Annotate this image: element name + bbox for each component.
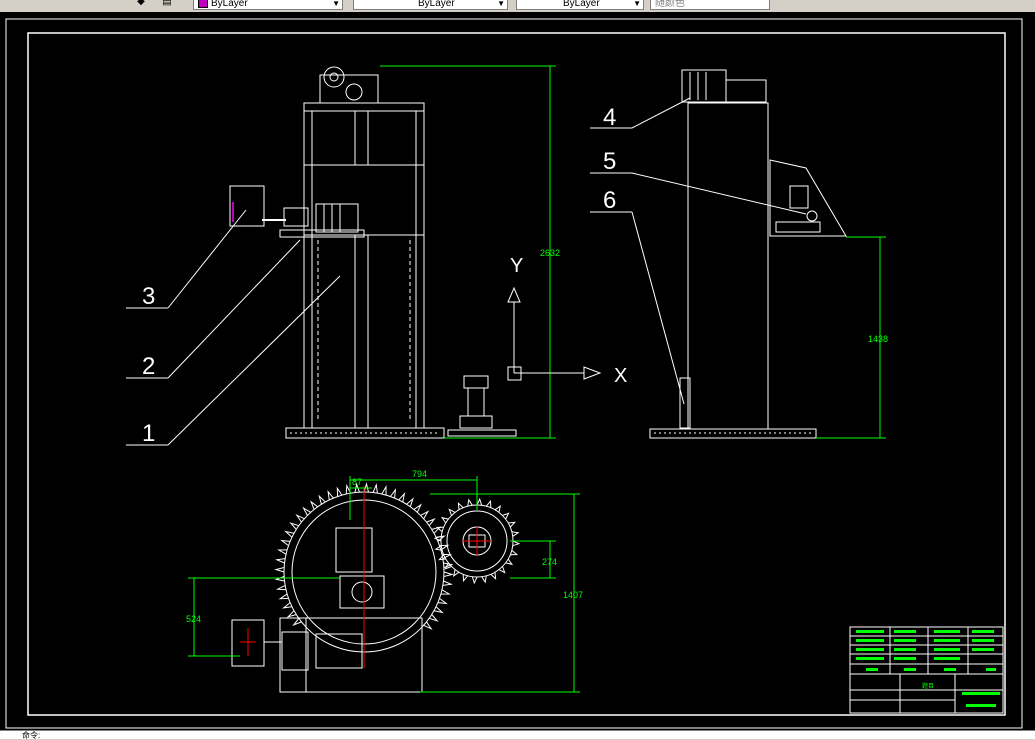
command-line[interactable]: 命令:	[0, 730, 1035, 740]
dim-overall-height: 2632	[540, 248, 560, 258]
callout-6: 6	[603, 187, 616, 214]
callout-2: 2	[142, 353, 155, 380]
ucs-icon	[507, 286, 602, 381]
front-callouts	[126, 209, 341, 446]
plotstyle-combo[interactable]: 随颜色	[650, 0, 770, 10]
dim-gear-distance: 794	[412, 469, 427, 479]
dim-plan-offset: 524	[186, 614, 201, 624]
dim-plan-height: 1407	[563, 590, 583, 600]
callout-4: 4	[603, 104, 616, 131]
layer-icon[interactable]: ◆	[134, 0, 148, 8]
overall-height-dim	[380, 65, 556, 439]
layer-stack-icon[interactable]: ▤	[160, 0, 174, 8]
inner-frame	[27, 32, 1006, 716]
axis-y-label: Y	[510, 255, 523, 277]
color-combo[interactable]: ByLayer ▼	[193, 0, 343, 10]
linetype-combo-value: ByLayer	[418, 0, 455, 9]
callout-1: 1	[142, 420, 155, 447]
plan-view	[231, 491, 514, 693]
callout-3: 3	[142, 283, 155, 310]
axis-x-label: X	[614, 365, 627, 387]
side-callouts	[590, 97, 807, 405]
front-view	[229, 66, 517, 439]
color-combo-value: ByLayer	[211, 0, 248, 9]
callout-5: 5	[603, 148, 616, 175]
title-block-name: 题目	[922, 683, 934, 690]
lineweight-combo[interactable]: ByLayer ▼	[516, 0, 644, 10]
plotstyle-combo-value: 随颜色	[655, 0, 685, 9]
lineweight-combo-value: ByLayer	[563, 0, 600, 9]
dim-small-offset: 87	[352, 477, 362, 487]
cad-drawing[interactable]: 3 2 1 2632 Y X 4 5 6 1438 794 87 274 140…	[0, 12, 1035, 730]
side-view	[649, 69, 847, 439]
chevron-down-icon[interactable]: ▼	[497, 0, 505, 11]
dim-gear-offset: 274	[542, 557, 557, 567]
chevron-down-icon[interactable]: ▼	[633, 0, 641, 11]
color-swatch	[198, 0, 208, 8]
linetype-combo[interactable]: ByLayer ▼	[353, 0, 508, 10]
drawing-canvas[interactable]: 3 2 1 2632 Y X 4 5 6 1438 794 87 274 140…	[0, 12, 1035, 730]
chevron-down-icon[interactable]: ▼	[332, 0, 340, 11]
dim-right-height: 1438	[868, 334, 888, 344]
